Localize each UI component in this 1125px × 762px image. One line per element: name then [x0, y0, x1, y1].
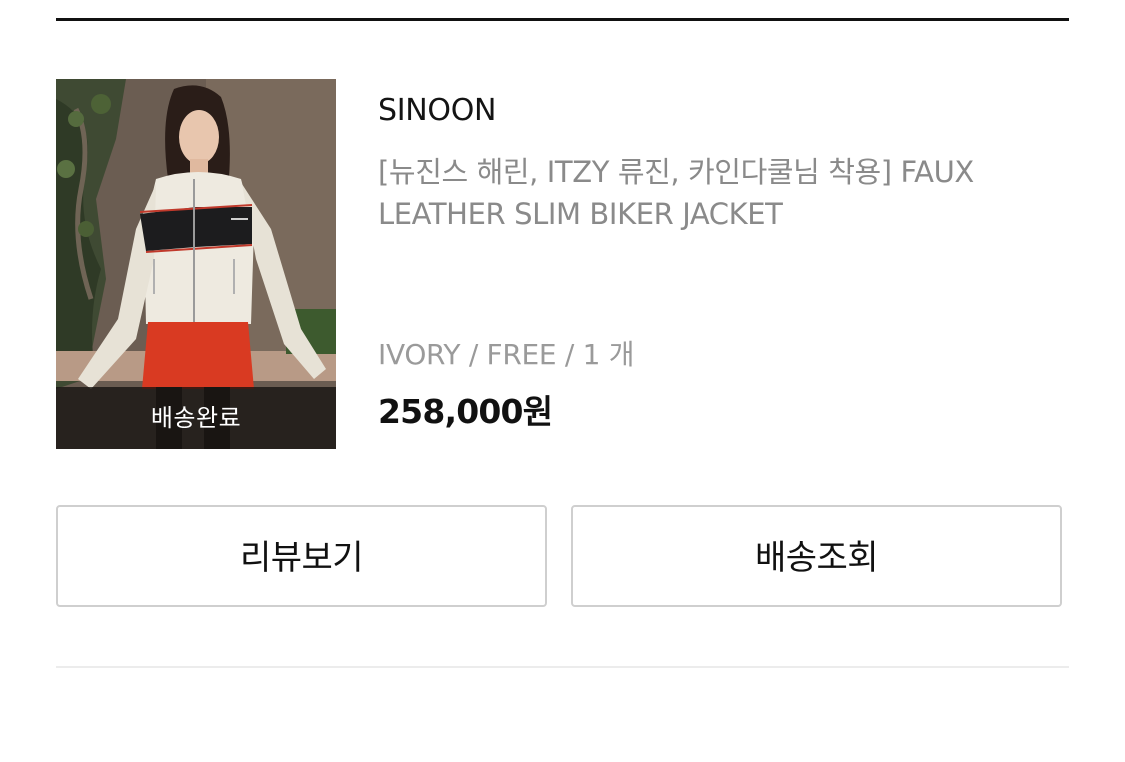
product-name[interactable]: [뉴진스 해린, ITZY 류진, 카인다쿨님 착용] FAUX LEATHER… [378, 151, 1048, 235]
track-delivery-button[interactable]: 배송조회 [571, 505, 1062, 607]
product-option: IVORY / FREE / 1 개 [378, 338, 635, 371]
delivery-status-badge: 배송완료 [56, 387, 336, 449]
order-item-card: 배송완료 SINOON [뉴진스 해린, ITZY 류진, 카인다쿨님 착용] … [56, 79, 1069, 449]
product-thumbnail[interactable]: 배송완료 [56, 79, 336, 449]
section-bottom-divider [56, 666, 1069, 668]
brand-name[interactable]: SINOON [378, 93, 497, 128]
product-price: 258,000원 [378, 392, 553, 431]
section-top-divider [56, 18, 1069, 21]
view-review-button[interactable]: 리뷰보기 [56, 505, 547, 607]
